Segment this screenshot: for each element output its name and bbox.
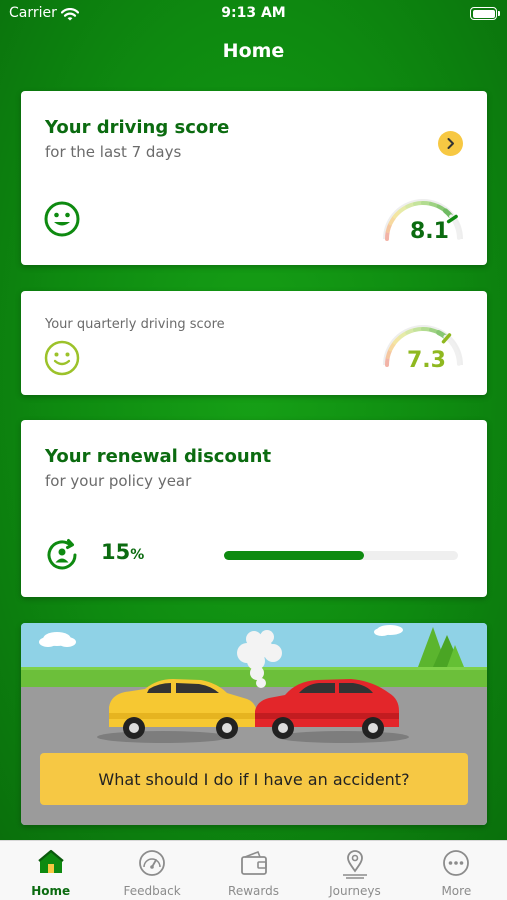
gauge-segment <box>421 326 432 332</box>
tab-bar: Home Feedback Rewards Journeys More <box>0 840 507 900</box>
happy-face-icon <box>44 201 80 241</box>
renewal-discount-card[interactable]: Your renewal discount for your policy ye… <box>21 420 487 597</box>
renewal-subtitle: for your policy year <box>45 472 192 490</box>
tab-journeys-label: Journeys <box>329 884 381 898</box>
gauge-segment <box>412 327 424 332</box>
tab-feedback-label: Feedback <box>123 884 181 898</box>
tab-journeys[interactable]: Journeys <box>304 841 405 900</box>
gauge-segment <box>385 348 393 359</box>
status-bar: Carrier 9:13 AM <box>0 0 507 30</box>
chevron-right-icon[interactable] <box>438 131 463 156</box>
tab-home[interactable]: Home <box>0 841 101 900</box>
wallet-icon <box>240 850 267 875</box>
gauge-segment <box>384 230 390 241</box>
tab-feedback[interactable]: Feedback <box>101 841 202 900</box>
gauge-segment <box>405 202 416 209</box>
quarterly-score-title: Your quarterly driving score <box>45 317 225 332</box>
gauge-segment <box>456 354 461 366</box>
tab-rewards-label: Rewards <box>228 884 279 898</box>
gauge-segment <box>429 201 440 209</box>
quarterly-score-value: 7.3 <box>407 348 446 373</box>
gauge-segment <box>385 222 393 233</box>
accident-help-button[interactable]: What should I do if I have an accident? <box>40 753 468 805</box>
discount-progress-bar <box>224 551 458 560</box>
gauge-segment <box>384 356 390 367</box>
renewal-refresh-icon <box>44 537 80 577</box>
more-icon <box>443 850 470 876</box>
gauge-segment <box>388 215 397 226</box>
weekly-score-subtitle: for the last 7 days <box>45 143 182 161</box>
gauge-segment <box>412 201 424 206</box>
page-title: Home <box>222 40 285 62</box>
gauge-segment <box>456 228 461 240</box>
gauge-segment <box>453 347 460 358</box>
renewal-title: Your renewal discount <box>45 446 272 467</box>
gauge-segment <box>405 328 416 335</box>
gauge-segment <box>442 208 453 219</box>
tab-more-label: More <box>441 884 472 898</box>
tab-rewards[interactable]: Rewards <box>203 841 304 900</box>
gauge-segment <box>436 330 447 339</box>
gauge-segment <box>453 221 460 232</box>
speedometer-icon <box>139 850 166 876</box>
weekly-score-value: 8.1 <box>410 219 449 244</box>
gauge-segment <box>388 341 397 352</box>
weekly-score-card[interactable]: Your driving score for the last 7 days 8… <box>21 91 487 265</box>
weekly-score-title: Your driving score <box>45 117 230 138</box>
tab-home-label: Home <box>31 884 71 898</box>
location-pin-icon <box>342 850 367 879</box>
accident-banner[interactable]: What should I do if I have an accident? <box>21 623 487 825</box>
tab-more[interactable]: More <box>406 841 507 900</box>
home-icon <box>37 849 64 873</box>
renewal-discount-value: 15% <box>101 540 144 564</box>
discount-unit: % <box>130 547 145 563</box>
quarterly-score-card[interactable]: Your quarterly driving score 7.3 <box>21 291 487 395</box>
battery-icon <box>470 7 500 20</box>
discount-number: 15 <box>101 540 131 564</box>
gauge-segment <box>421 200 432 206</box>
discount-progress-fill <box>224 551 365 560</box>
happy-face-icon <box>44 340 80 380</box>
status-time: 9:13 AM <box>221 5 286 21</box>
